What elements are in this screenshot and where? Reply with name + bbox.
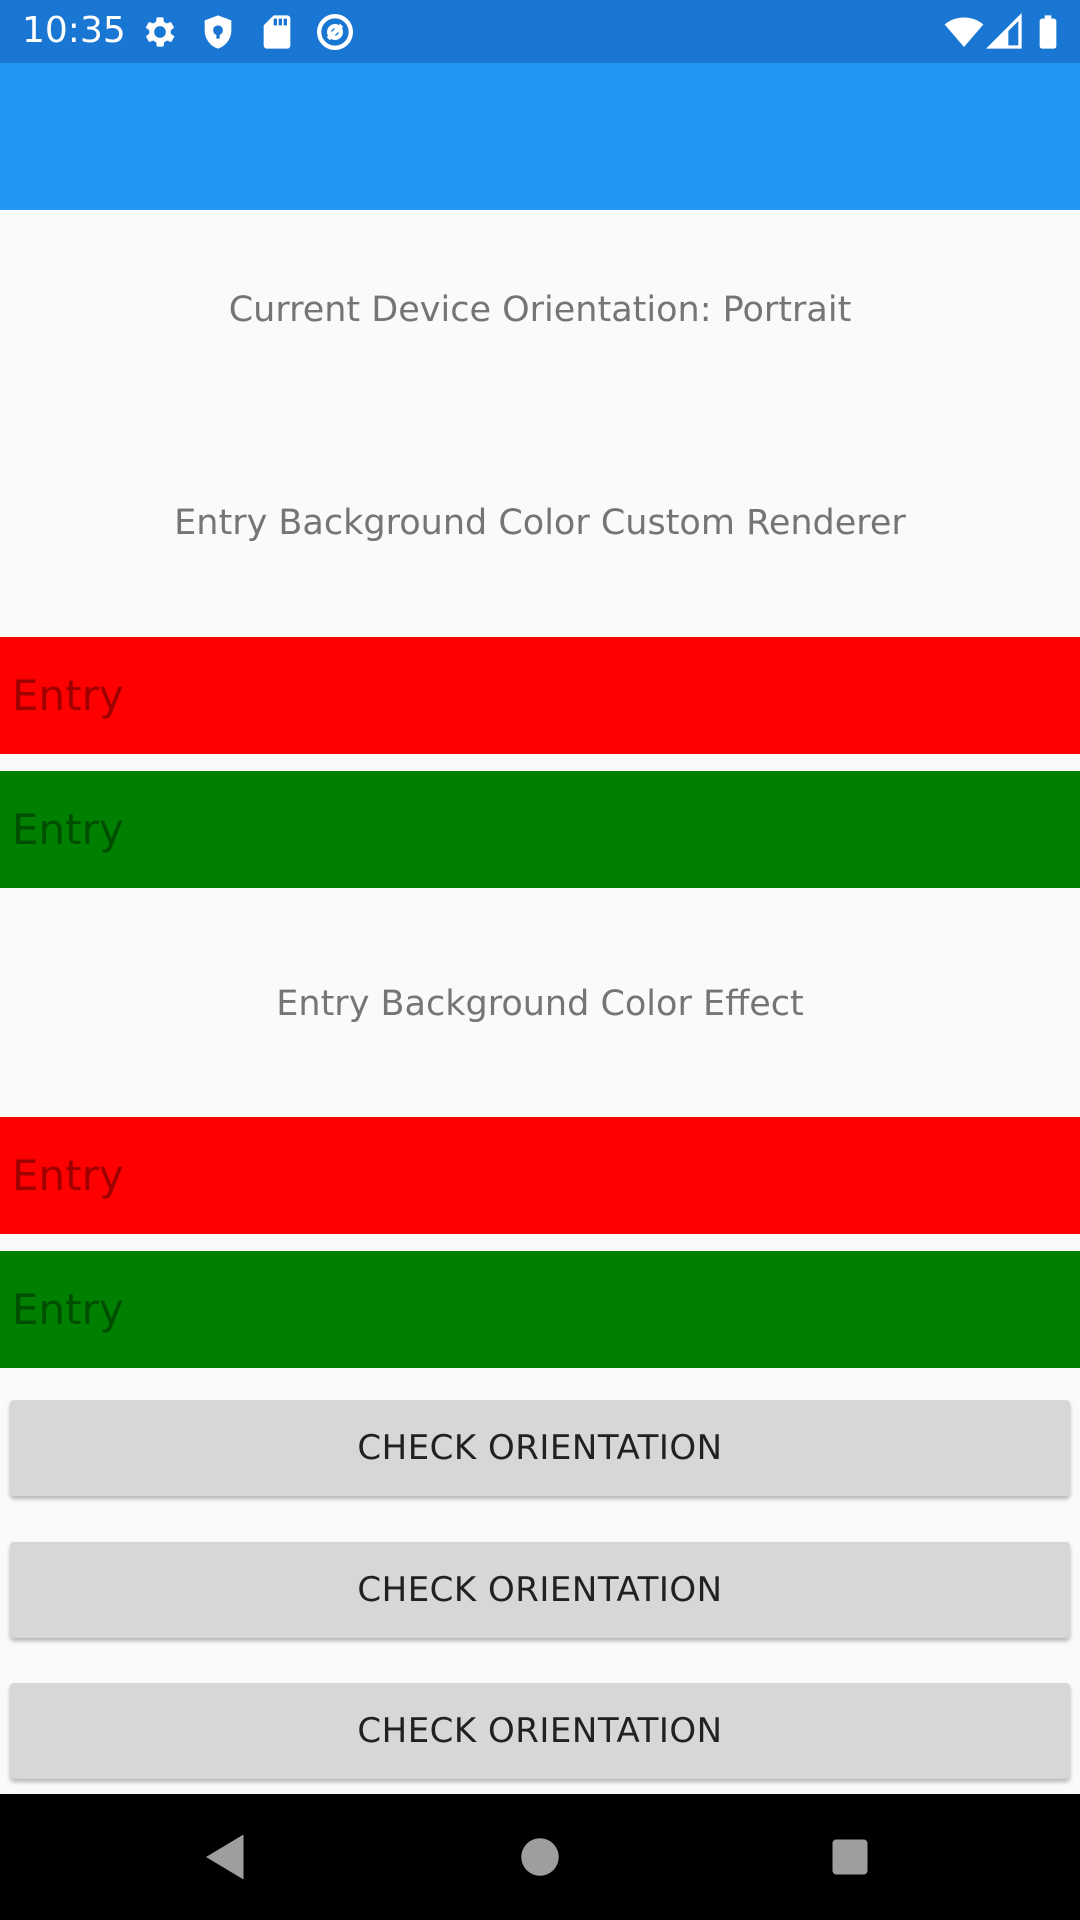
status-time: 10:35 [22, 10, 126, 51]
shield-icon [198, 12, 238, 52]
app-screen: 10:35 Current Device Orientation: Portra… [0, 0, 1080, 1920]
recents-icon[interactable] [820, 1827, 880, 1887]
orientation-label: Current Device Orientation: Portrait [228, 290, 852, 330]
at-sign-icon [315, 12, 355, 52]
home-icon[interactable] [510, 1827, 570, 1887]
back-icon[interactable] [196, 1827, 256, 1887]
check-orientation-button-2[interactable]: CHECK ORIENTATION [10, 1542, 1070, 1638]
effect-green-entry[interactable] [0, 1251, 1080, 1368]
renderer-section-title: Entry Background Color Custom Renderer [174, 503, 906, 543]
wifi-icon [944, 12, 984, 52]
gear-icon [140, 12, 180, 52]
signal-icon [985, 12, 1025, 52]
app-toolbar [0, 63, 1080, 210]
navigation-bar [0, 1794, 1080, 1920]
check-orientation-button-1[interactable]: CHECK ORIENTATION [10, 1400, 1070, 1496]
battery-icon [1028, 12, 1068, 52]
renderer-red-entry[interactable] [0, 637, 1080, 754]
renderer-green-entry[interactable] [0, 771, 1080, 888]
check-orientation-button-3[interactable]: CHECK ORIENTATION [10, 1683, 1070, 1779]
status-bar: 10:35 [0, 0, 1080, 63]
effect-section-title: Entry Background Color Effect [276, 984, 804, 1024]
effect-red-entry[interactable] [0, 1117, 1080, 1234]
sd-card-icon [257, 12, 297, 52]
